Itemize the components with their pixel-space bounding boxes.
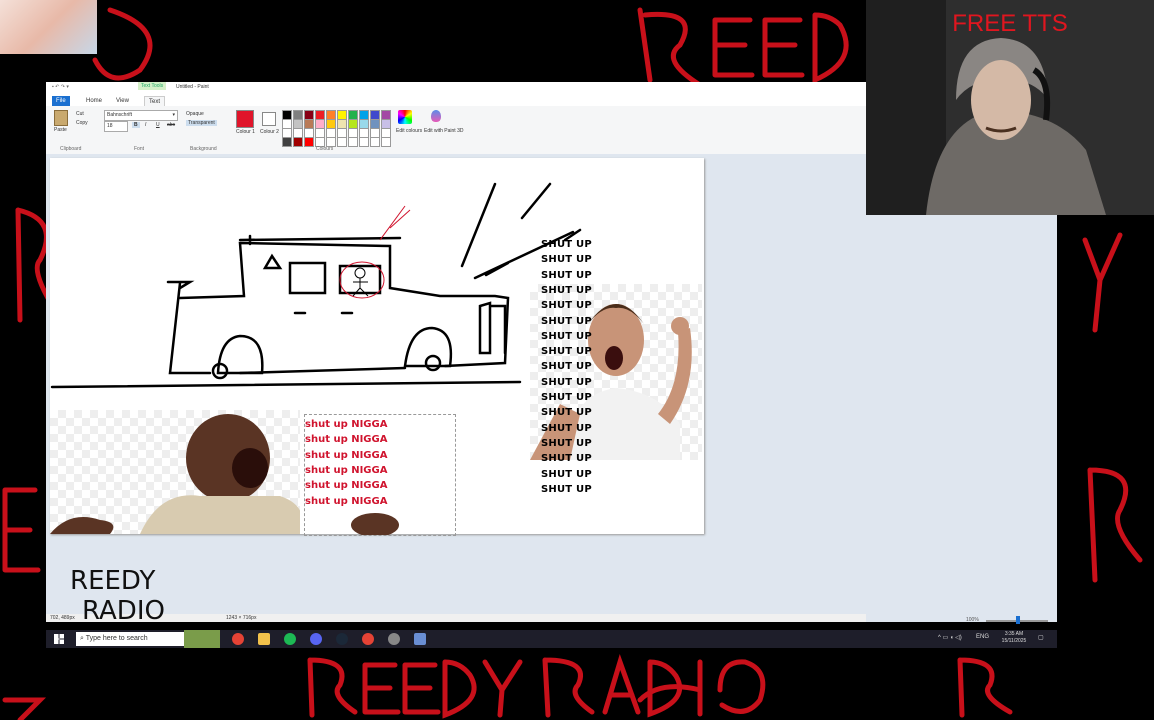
background-group-label: Background xyxy=(190,146,217,152)
palette-swatch[interactable] xyxy=(381,137,391,147)
context-tab-label: Text Tools xyxy=(138,82,167,90)
chrome-icon-2[interactable] xyxy=(362,633,374,645)
clipboard-group-label: Clipboard xyxy=(60,146,82,152)
zoom-slider-thumb[interactable] xyxy=(1016,616,1020,624)
font-size-select[interactable]: 18 xyxy=(104,121,128,132)
tab-view[interactable]: View xyxy=(112,96,133,106)
canvas-area: SHUT UP SHUT UP SHUT UP SHUT UP SHUT UP SHUT … xyxy=(46,154,866,622)
shut-up-line: SHUT UP xyxy=(541,392,592,403)
shut-up-line: SHUT UP xyxy=(541,483,592,495)
red-text-line: shut up NIGGA xyxy=(305,495,388,507)
webcam-feed: FREE TTS xyxy=(866,0,1154,215)
file-explorer-icon[interactable] xyxy=(258,633,270,645)
paint3d-icon[interactable] xyxy=(431,110,441,122)
colour1-swatch[interactable] xyxy=(236,110,254,128)
cut-button[interactable]: Cut xyxy=(76,111,84,117)
window-title: Untitled - Paint xyxy=(176,84,209,90)
colours-group-label: Colours xyxy=(316,146,334,152)
palette-swatch[interactable] xyxy=(282,137,292,147)
shut-up-line: SHUT UP xyxy=(541,330,592,342)
strikethrough-button[interactable]: abc xyxy=(167,122,175,128)
free-tts-label: FREE TTS xyxy=(952,10,1068,37)
palette-swatch[interactable] xyxy=(304,137,314,147)
clock-date: 15/11/2025 xyxy=(1001,638,1027,644)
shut-up-line: SHUT UP xyxy=(541,407,592,419)
drawing-canvas[interactable]: SHUT UP SHUT UP SHUT UP SHUT UP SHUT UP SHUT … xyxy=(50,158,704,536)
copy-button[interactable]: Copy xyxy=(76,120,88,126)
ribbon: Paste Cut Copy Clipboard Bahnschrift ▾ 1… xyxy=(46,106,866,155)
tray-icons[interactable]: ^ ▭ ◖ ◁) xyxy=(938,634,962,641)
font-group-label: Font xyxy=(134,146,145,152)
red-text-line: shut up NIGGA xyxy=(305,419,388,430)
shut-up-line: SHUT UP xyxy=(541,254,592,266)
palette-swatch[interactable] xyxy=(370,137,380,147)
status-bar: 702, 489px 1243 × 716px xyxy=(46,614,866,622)
colour2-swatch[interactable] xyxy=(262,112,276,126)
shut-up-line: SHUT UP xyxy=(541,468,592,480)
notification-icon[interactable]: ▢ xyxy=(1038,634,1044,641)
bold-button[interactable]: B xyxy=(132,122,140,128)
tab-file[interactable]: File xyxy=(52,96,70,106)
red-text-line: shut up NIGGA xyxy=(305,480,388,492)
shut-up-line: SHUT UP xyxy=(541,422,592,434)
red-text-line: shut up NIGGA xyxy=(305,434,388,446)
discord-icon[interactable] xyxy=(310,633,322,645)
ribbon-tabs: File Home View Text xyxy=(46,94,866,107)
clock-time: 3:35 AM xyxy=(1004,631,1024,637)
language-indicator[interactable]: ENG xyxy=(976,634,989,640)
edit-colours-icon[interactable] xyxy=(398,110,412,124)
quick-access-icons[interactable]: ▪ ↶ ↷ ▾ xyxy=(52,84,69,90)
opaque-button[interactable]: Opaque xyxy=(186,111,204,117)
red-text-line: shut up NIGGA xyxy=(305,464,388,476)
tab-home[interactable]: Home xyxy=(82,96,106,106)
taskbar-search-box[interactable]: ⌕ Type here to search xyxy=(76,632,194,646)
colour2-label[interactable]: Colour 2 xyxy=(260,129,279,135)
font-family-select[interactable]: Bahnschrift ▾ xyxy=(104,110,178,121)
shut-up-line: SHUT UP xyxy=(541,361,592,373)
shut-up-line: SHUT UP xyxy=(541,269,592,281)
shut-up-line: SHUT UP xyxy=(541,300,592,312)
palette-swatch[interactable] xyxy=(293,137,303,147)
shut-up-line: SHUT UP xyxy=(541,376,592,388)
shut-up-line: SHUT UP xyxy=(541,437,592,449)
paint-window-right-area: 100% xyxy=(866,215,1057,624)
red-text-line: shut up NIGGA xyxy=(305,449,388,461)
chrome-icon[interactable] xyxy=(232,633,244,645)
shut-up-line: SHUT UP xyxy=(541,346,592,358)
underline-button[interactable]: U xyxy=(156,122,160,128)
italic-button[interactable]: I xyxy=(145,122,146,128)
title-bar: ▪ ↶ ↷ ▾ Text Tools Untitled - Paint xyxy=(46,82,866,94)
settings-icon[interactable] xyxy=(388,633,400,645)
screaming-man-photo-left xyxy=(50,410,400,534)
colour-palette[interactable] xyxy=(282,110,392,147)
shut-up-line: SHUT UP xyxy=(541,453,592,465)
paint-window: ▪ ↶ ↷ ▾ Text Tools Untitled - Paint File… xyxy=(46,82,866,622)
spotify-icon[interactable] xyxy=(284,633,296,645)
edit-colours-label[interactable]: Edit colours xyxy=(396,128,422,134)
canvas-dimensions: 1243 × 716px xyxy=(226,615,257,621)
start-button-icon[interactable] xyxy=(54,634,64,644)
taskbar-clock[interactable]: 3:35 AM 15/11/2025 xyxy=(994,631,1034,645)
paste-icon[interactable] xyxy=(54,110,68,126)
transparent-button[interactable]: Transparent xyxy=(186,120,217,126)
thumbnail-image xyxy=(0,0,97,54)
paint-app-icon[interactable] xyxy=(414,633,426,645)
palette-swatch[interactable] xyxy=(337,137,347,147)
palette-swatch[interactable] xyxy=(348,137,358,147)
windows-taskbar: ⌕ Type here to search ^ ▭ ◖ ◁) ENG 3:35 … xyxy=(46,630,1057,648)
edit-with-paint3d-label[interactable]: Edit with Paint 3D xyxy=(424,128,463,134)
shut-up-line: SHUT UP xyxy=(541,239,592,250)
paste-label[interactable]: Paste xyxy=(54,127,67,133)
colour1-label[interactable]: Colour 1 xyxy=(236,129,255,135)
chevron-down-icon: ▾ xyxy=(172,112,175,118)
shut-up-line: SHUT UP xyxy=(541,315,592,327)
zoom-level: 100% xyxy=(966,617,979,623)
shut-up-line: SHUT UP xyxy=(541,284,592,296)
steam-icon[interactable] xyxy=(336,633,348,645)
palette-swatch[interactable] xyxy=(359,137,369,147)
reedy-radio-logo: REEDY RADIO xyxy=(70,566,165,626)
search-highlight-image xyxy=(184,630,220,648)
